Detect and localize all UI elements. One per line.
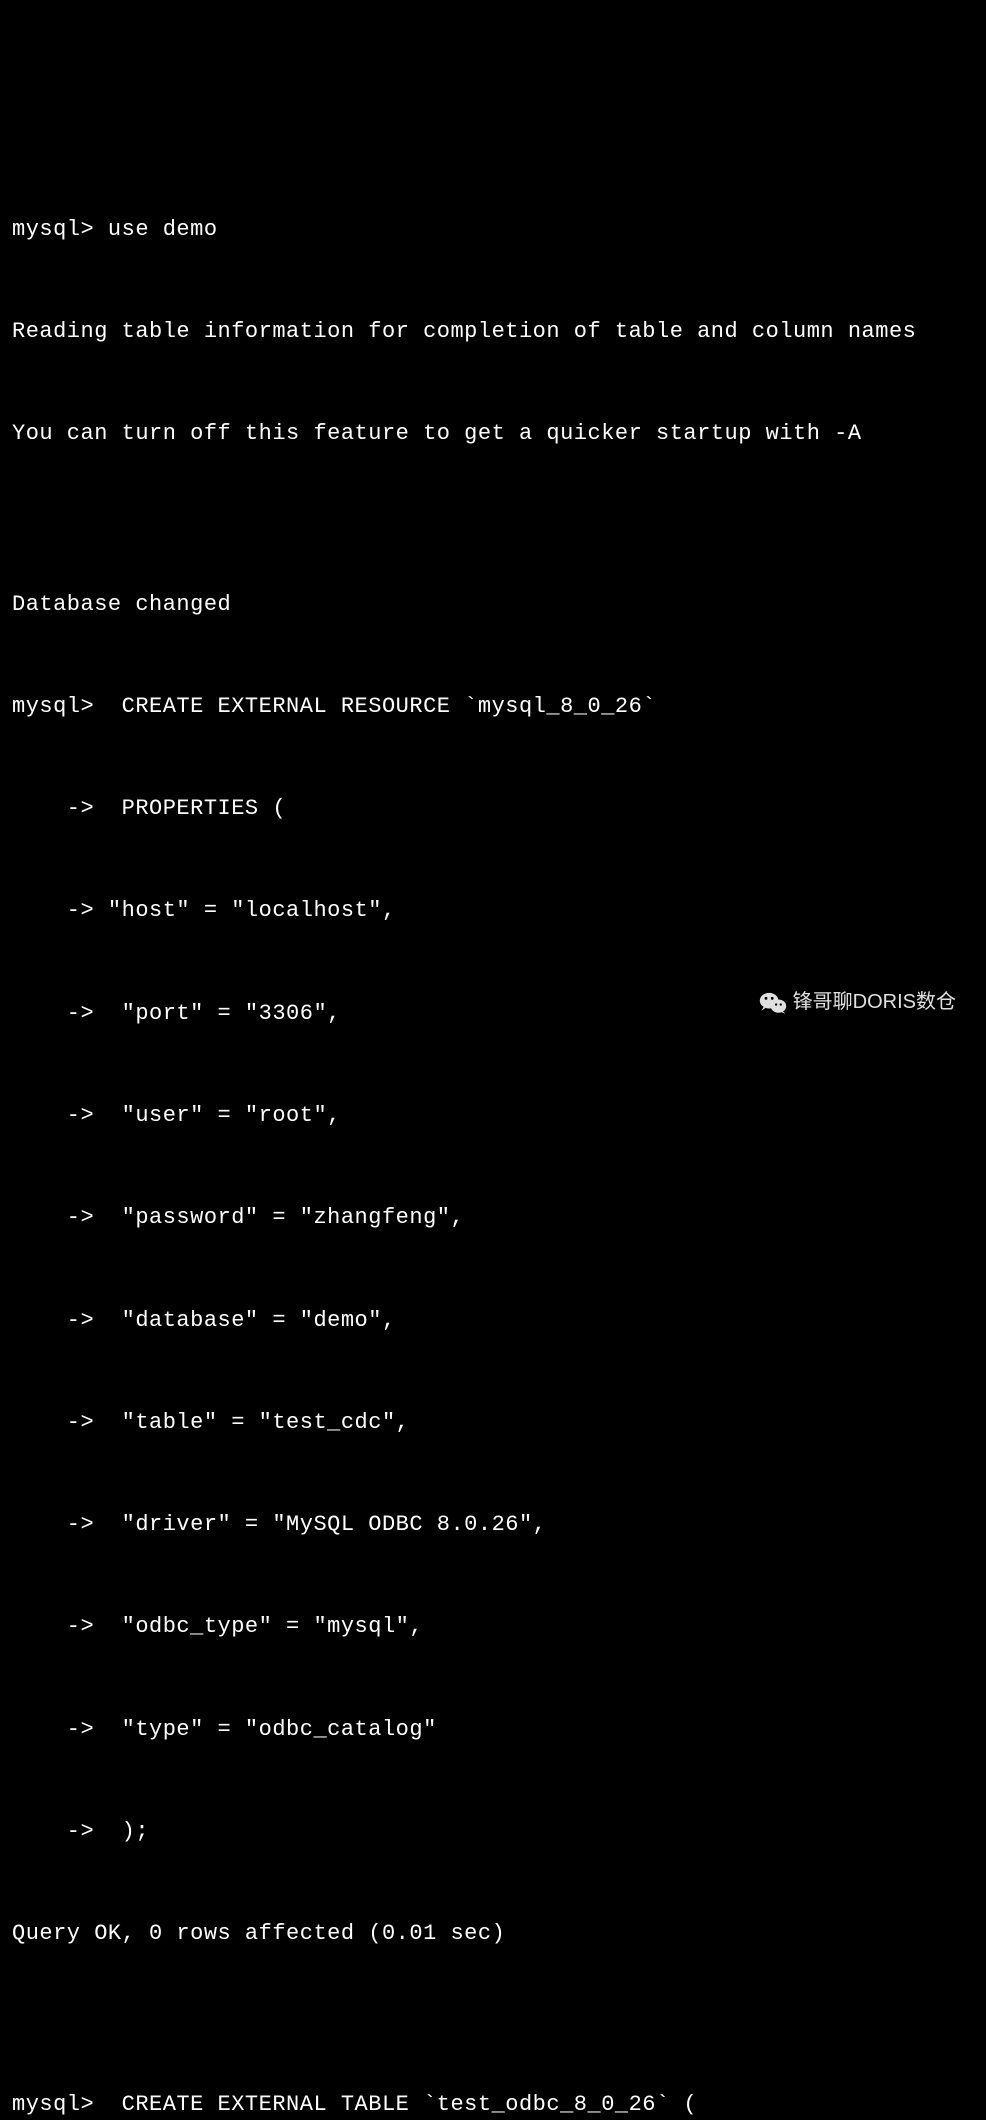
terminal-line: mysql> use demo <box>12 213 974 247</box>
terminal-line: -> "database" = "demo", <box>12 1304 974 1338</box>
terminal-line: -> PROPERTIES ( <box>12 792 974 826</box>
terminal-line: -> "user" = "root", <box>12 1099 974 1133</box>
terminal-line: -> "host" = "localhost", <box>12 894 974 928</box>
watermark-text: 锋哥聊DORIS数仓 <box>793 987 956 1018</box>
terminal-line: -> ); <box>12 1815 974 1849</box>
wechat-icon <box>759 991 787 1015</box>
terminal-line: -> "driver" = "MySQL ODBC 8.0.26", <box>12 1508 974 1542</box>
terminal-line: You can turn off this feature to get a q… <box>12 417 974 451</box>
terminal-output[interactable]: mysql> use demo Reading table informatio… <box>12 144 974 2120</box>
watermark: 锋哥聊DORIS数仓 <box>759 987 956 1018</box>
terminal-line: mysql> CREATE EXTERNAL TABLE `test_odbc_… <box>12 2088 974 2120</box>
terminal-line: -> "type" = "odbc_catalog" <box>12 1713 974 1747</box>
terminal-line: Query OK, 0 rows affected (0.01 sec) <box>12 1917 974 1951</box>
terminal-line: Database changed <box>12 588 974 622</box>
terminal-line: -> "table" = "test_cdc", <box>12 1406 974 1440</box>
terminal-line: Reading table information for completion… <box>12 315 974 349</box>
terminal-line: mysql> CREATE EXTERNAL RESOURCE `mysql_8… <box>12 690 974 724</box>
terminal-line: -> "odbc_type" = "mysql", <box>12 1610 974 1644</box>
terminal-line: -> "password" = "zhangfeng", <box>12 1201 974 1235</box>
